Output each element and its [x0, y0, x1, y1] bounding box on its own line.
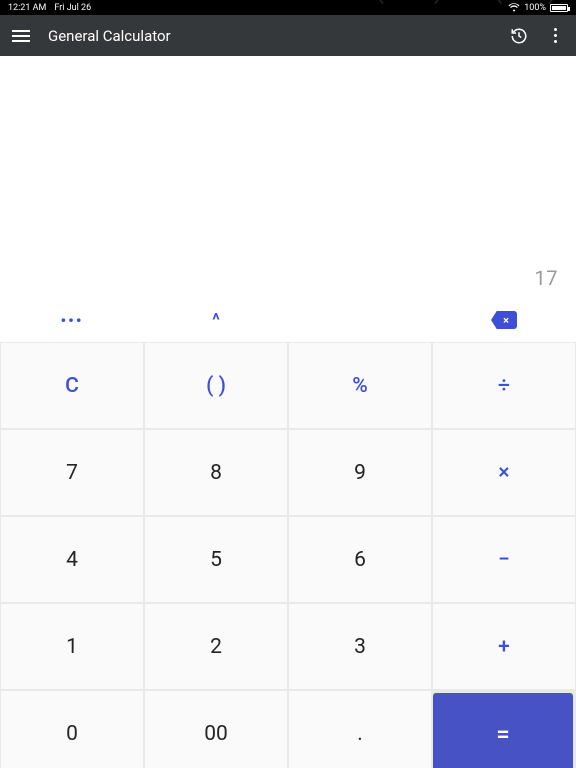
divide-button[interactable]: ÷ — [433, 343, 575, 428]
digit-7[interactable]: 7 — [1, 430, 143, 515]
app-bar: General Calculator — [0, 15, 576, 56]
digit-1[interactable]: 1 — [1, 604, 143, 689]
digit-4[interactable]: 4 — [1, 517, 143, 602]
spacer — [288, 298, 432, 342]
menu-icon[interactable] — [12, 29, 30, 43]
equals-button[interactable]: = — [433, 693, 573, 768]
digit-9[interactable]: 9 — [289, 430, 431, 515]
digit-3[interactable]: 3 — [289, 604, 431, 689]
caret-button[interactable]: ^ — [144, 298, 288, 342]
more-functions-button[interactable]: ••• — [0, 298, 144, 342]
digit-00[interactable]: 00 — [145, 691, 287, 768]
more-options-icon[interactable] — [546, 27, 564, 45]
digit-8[interactable]: 8 — [145, 430, 287, 515]
backspace-button[interactable]: × — [432, 298, 576, 342]
calculator-display: 2×(5+3)+8÷(2^3) 17 — [0, 56, 576, 298]
multiply-button[interactable]: × — [433, 430, 575, 515]
digit-5[interactable]: 5 — [145, 517, 287, 602]
app-title: General Calculator — [48, 27, 492, 45]
result-text: 17 — [535, 266, 558, 290]
history-icon[interactable] — [510, 27, 528, 45]
status-time: 12:21 AM — [8, 3, 46, 13]
status-date: Fri Jul 26 — [54, 3, 91, 13]
minus-button[interactable]: − — [433, 517, 575, 602]
digit-2[interactable]: 2 — [145, 604, 287, 689]
expression-text: 2×(5+3)+8÷(2^3) — [343, 0, 558, 5]
secondary-toolbar: ••• ^ × — [0, 298, 576, 342]
digit-0[interactable]: 0 — [1, 691, 143, 768]
clear-button[interactable]: C — [1, 343, 143, 428]
digit-6[interactable]: 6 — [289, 517, 431, 602]
percent-button[interactable]: % — [289, 343, 431, 428]
plus-button[interactable]: + — [433, 604, 575, 689]
parentheses-button[interactable]: ( ) — [145, 343, 287, 428]
keypad: C ( ) % ÷ 7 8 9 × 4 5 6 − 1 2 3 + 0 00 .… — [0, 342, 576, 768]
backspace-icon: × — [491, 311, 517, 329]
decimal-button[interactable]: . — [289, 691, 431, 768]
